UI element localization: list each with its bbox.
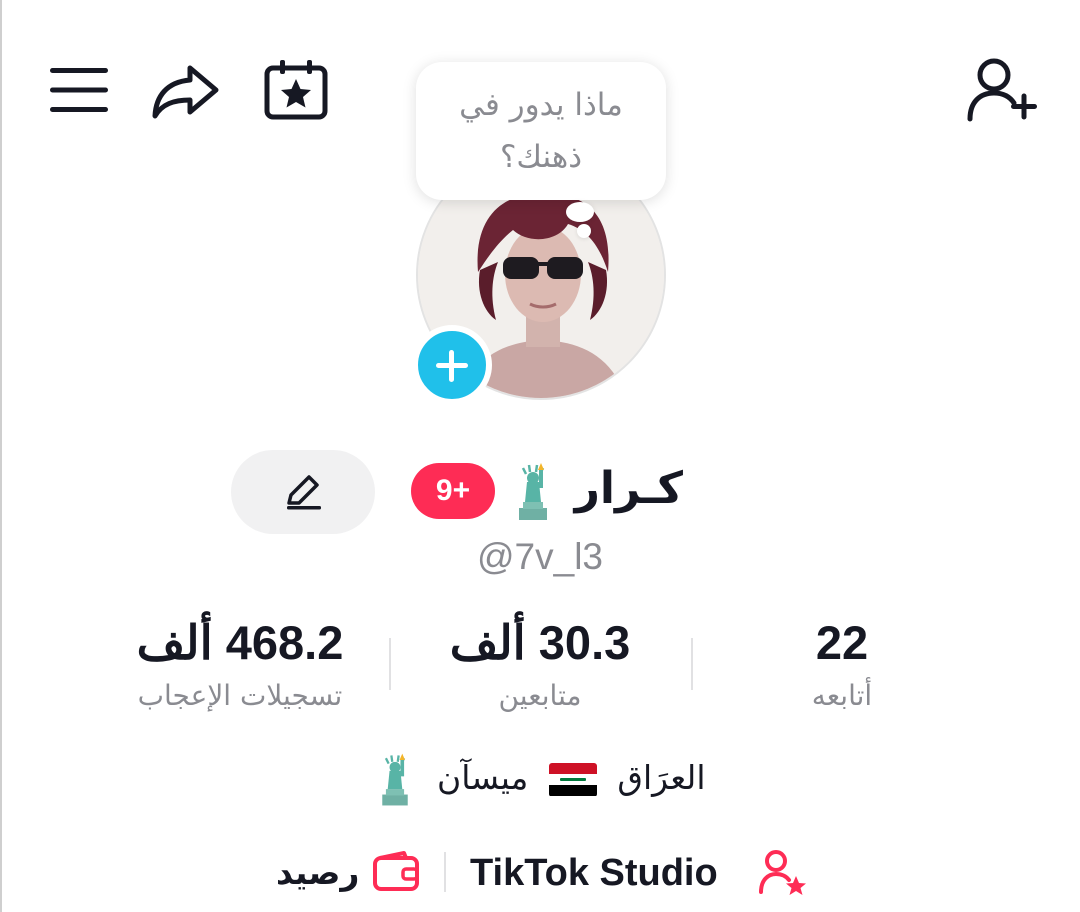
hamburger-menu-icon[interactable] xyxy=(50,66,108,114)
stat-following-label: أتابعه xyxy=(811,679,873,712)
bottom-divider xyxy=(444,852,446,892)
window-edge xyxy=(0,0,2,912)
iraq-flag-icon xyxy=(548,762,597,797)
profile-name: كـرار xyxy=(574,463,683,514)
stat-followers[interactable]: 30.3 ألف متابعين xyxy=(390,612,690,718)
user-star-icon[interactable] xyxy=(758,848,808,896)
balance-link[interactable]: رصيد xyxy=(276,845,359,901)
stat-followers-value: 30.3 ألف xyxy=(449,616,631,669)
bio-country: العرَاق xyxy=(617,758,706,797)
edit-profile-button[interactable] xyxy=(231,450,375,534)
bubble-tail-large xyxy=(566,202,594,222)
bubble-text: ماذا يدور في ذهنك؟ xyxy=(459,87,623,175)
thought-bubble[interactable]: ماذا يدور في ذهنك؟ xyxy=(416,62,666,200)
bio-city: ميسآن xyxy=(437,758,529,797)
tiktok-studio-link[interactable]: TikTok Studio xyxy=(470,845,718,901)
wallet-icon[interactable] xyxy=(372,850,420,892)
bio-location: العرَاق ميسآن xyxy=(340,748,740,808)
stat-following-value: 22 xyxy=(815,616,869,669)
profile-username[interactable]: @7v_l3 xyxy=(380,532,700,582)
stat-likes[interactable]: 468.2 ألف تسجيلات الإعجاب xyxy=(90,612,390,718)
calendar-star-icon[interactable] xyxy=(263,58,329,120)
stat-following[interactable]: 22 أتابعه xyxy=(692,612,992,718)
add-user-icon[interactable] xyxy=(966,56,1040,122)
stat-divider xyxy=(691,638,693,690)
stat-likes-label: تسجيلات الإعجاب xyxy=(137,679,343,712)
notification-badge[interactable]: 9+ xyxy=(411,463,495,519)
add-story-plus-icon[interactable] xyxy=(412,325,492,405)
share-arrow-icon[interactable] xyxy=(150,62,222,120)
stat-followers-label: متابعين xyxy=(498,679,582,712)
stat-likes-value: 468.2 ألف xyxy=(136,616,344,669)
pencil-icon xyxy=(283,473,325,511)
statue-of-liberty-icon xyxy=(375,752,415,808)
bubble-tail-small xyxy=(577,224,591,238)
